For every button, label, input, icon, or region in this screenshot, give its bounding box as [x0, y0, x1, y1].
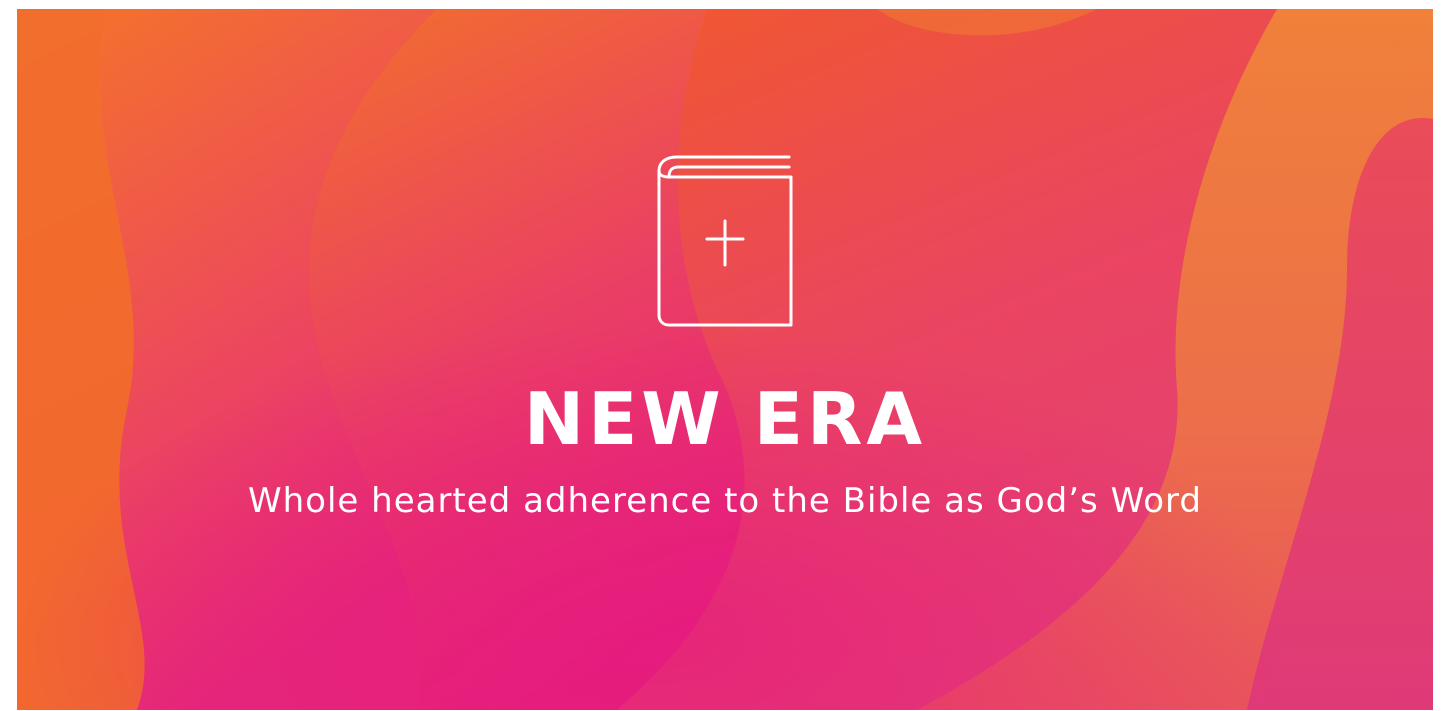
banner: NEW ERA Whole hearted adherence to the B…: [17, 9, 1433, 710]
banner-title: NEW ERA: [523, 377, 927, 461]
banner-content: NEW ERA Whole hearted adherence to the B…: [17, 9, 1433, 710]
banner-subtitle: Whole hearted adherence to the Bible as …: [248, 481, 1202, 521]
bible-book-icon: [657, 155, 793, 327]
